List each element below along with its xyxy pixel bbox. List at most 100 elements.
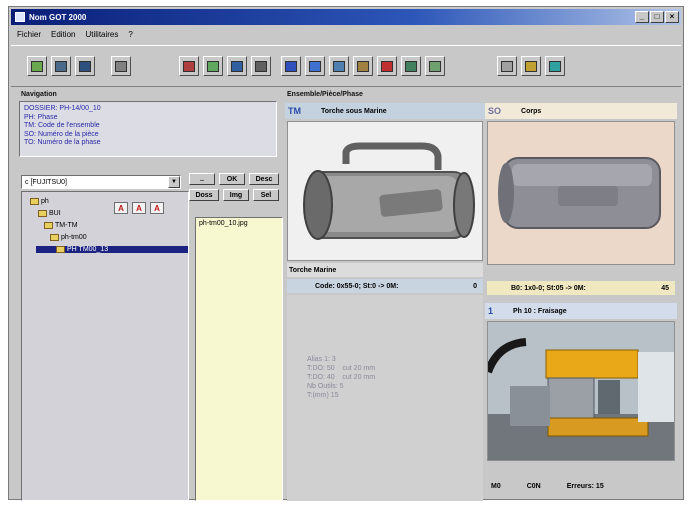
nav-line-ph: PH: Phase [24,113,58,121]
piece-code-label: B0: 1x0-0; St:05 -> 0M: [511,284,586,292]
file-list[interactable]: ph-tm00_10.jpg [195,217,283,501]
document-2-icon [429,60,441,72]
ok-button[interactable]: OK [219,173,245,185]
app-icon [15,12,25,22]
folder-icon [30,198,39,205]
torch-image [288,122,482,260]
save-icon [79,60,91,72]
image-icon [333,60,345,72]
blue-doc-icon [285,60,297,72]
navigation-header: Navigation [21,91,57,98]
meta-line: Nb Outils: 5 [307,383,344,390]
folder-tree[interactable]: ph BUI TM-TM ph-tm00 PH TM00_13 A A A [21,191,189,501]
edit-button[interactable] [521,56,541,76]
torch-code-row: Code: 0x55-0; St:0 -> 0M: 0 [287,279,483,293]
print-preview-icon [255,60,267,72]
document-icon [405,60,417,72]
phase-title: Ph 10 : Fraisage [513,307,567,315]
document-2-button[interactable] [425,56,445,76]
phase-footer-m: M0 [491,482,501,490]
chart-icon [207,60,219,72]
red-a-button[interactable]: A [150,202,164,214]
menu-help[interactable]: ? [128,30,132,39]
piece-code: SO [488,106,502,116]
blue-doc-2-button[interactable] [305,56,325,76]
open-button[interactable] [27,56,47,76]
piece-title: Corps [521,107,542,115]
menu-utilitaires[interactable]: Utilitaires [85,30,118,39]
tool-icon [183,60,195,72]
tool-button[interactable] [179,56,199,76]
tree-item[interactable]: TM-TM [44,222,78,229]
monitor-button[interactable] [227,56,247,76]
nav-line-dossier: DOSSIER: PH-14/00_10 [24,105,101,112]
center-card-header: TM Torche sous Marine [285,103,485,119]
grid-button[interactable] [497,56,517,76]
folder-icon [44,222,53,229]
person-icon [381,60,393,72]
monitor-icon [231,60,243,72]
nav-line-tm: TM: Code de l'ensemble [24,122,100,130]
sel-button[interactable]: Sel [253,189,279,201]
list-item[interactable]: ph-tm00_10.jpg [199,220,279,227]
chart-button[interactable] [203,56,223,76]
app-window: Nom GOT 2000 _ □ × Fichier Edition Utili… [8,6,684,501]
red-a-button[interactable]: A [132,202,146,214]
open-icon [31,60,43,72]
red-a-button[interactable]: A [114,202,128,214]
ensemble-header: Ensemble/Pièce/Phase [287,91,363,98]
up-button[interactable]: .. [189,173,215,185]
ensemble-title: Torche sous Marine [321,107,387,115]
chevron-down-icon[interactable]: ▼ [168,176,180,188]
blue-doc-button[interactable] [281,56,301,76]
torch-photo [287,121,483,261]
minimize-button[interactable]: _ [635,11,649,23]
person-button[interactable] [377,56,397,76]
blue-doc-2-icon [309,60,321,72]
edit-icon [525,60,537,72]
tree-item[interactable]: ph-tm00 [50,234,87,241]
phase-footer-errors: Erreurs: 15 [566,482,604,490]
info-button[interactable] [545,56,565,76]
grid-icon [501,60,513,72]
close-button[interactable]: × [665,11,679,23]
desc-button[interactable]: Desc [249,173,279,185]
drive-select-value: c [FUJITSU0] [25,178,68,186]
maximize-button[interactable]: □ [650,11,664,23]
machining-image [488,322,674,460]
image-list-button[interactable]: Img [223,189,249,201]
ensemble-code: TM [288,106,301,116]
menu-edition[interactable]: Edition [51,30,75,39]
menu-fichier[interactable]: Fichier [17,30,41,39]
torch-caption: Torche Marine [287,263,483,277]
right-top-card-header: SO Corps [485,103,677,119]
folder-icon [38,210,47,217]
tree-item[interactable]: BUI [38,210,61,217]
dossier-button[interactable]: Doss [189,189,219,201]
tree-item-selected[interactable]: PH TM00_13 [36,246,188,253]
phase-footer: M0 C0N Erreurs: 15 [487,479,675,493]
document-button[interactable] [401,56,421,76]
toolbar [11,45,681,87]
folder-icon [50,234,59,241]
navigation-legend: DOSSIER: PH-14/00_10 PH: Phase TM: Code … [19,101,277,157]
image-button[interactable] [329,56,349,76]
title-bar[interactable]: Nom GOT 2000 _ □ × [11,9,681,25]
body-photo [487,121,675,265]
phase-footer-con: C0N [526,482,541,490]
torch-meta: Alias 1: 3 T:DO: 50 cut 20 mm T:DO: 40 c… [307,355,375,400]
print-button[interactable] [51,56,71,76]
settings-button[interactable] [111,56,131,76]
photo-button[interactable] [353,56,373,76]
print-preview-button[interactable] [251,56,271,76]
drive-select[interactable]: c [FUJITSU0] ▼ [21,175,181,189]
right-bottom-card-header: 1 Ph 10 : Fraisage [485,303,677,319]
torch-code-value: 0 [473,282,477,290]
meta-line: T:(mm) 15 [307,392,339,399]
nav-line-so: SO: Numéro de la pièce [24,130,99,138]
tree-item[interactable]: ph [30,198,49,205]
meta-line: T:DO: 40 cut 20 mm [307,374,376,381]
nav-line-to: TO: Numéro de la phase [24,139,101,147]
phase-code: 1 [488,306,494,316]
save-button[interactable] [75,56,95,76]
